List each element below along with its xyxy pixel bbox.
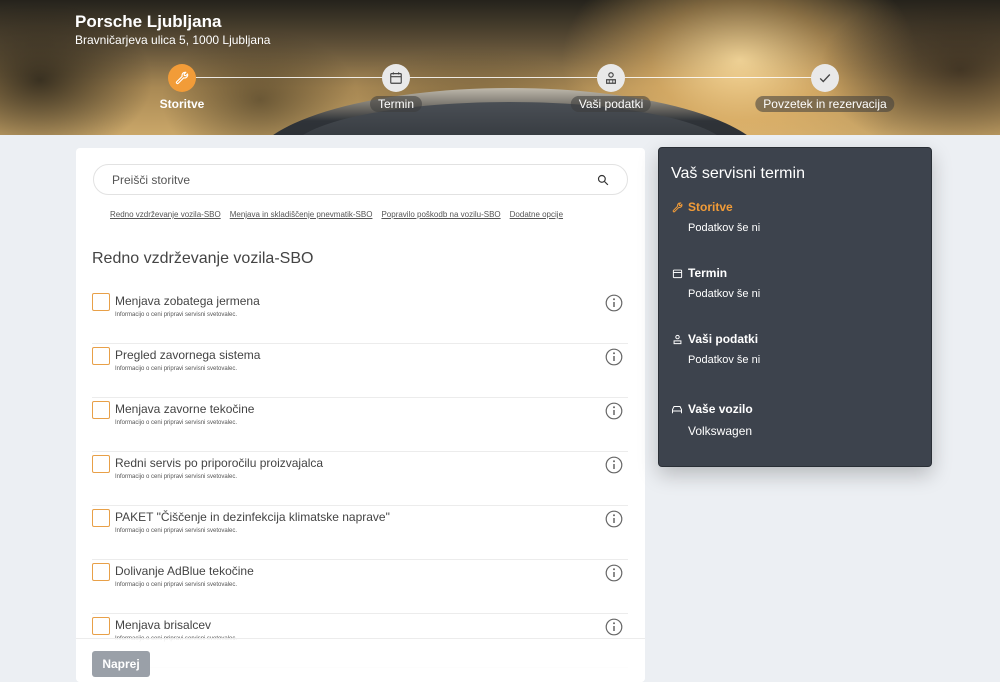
info-icon[interactable] [605, 402, 623, 420]
service-checkbox[interactable] [92, 293, 110, 311]
service-price-note: Informacijo o ceni pripravi servisni sve… [115, 582, 238, 588]
service-price-note: Informacijo o ceni pripravi servisni sve… [115, 420, 238, 426]
service-price-note: Informacijo o ceni pripravi servisni sve… [115, 528, 238, 534]
person-icon [606, 72, 616, 84]
search-placeholder: Preišči storitve [112, 173, 191, 187]
service-name: Menjava zobatega jermena [115, 294, 260, 308]
search-icon[interactable] [597, 174, 609, 186]
service-price-note: Informacijo o ceni pripravi servisni sve… [115, 366, 238, 372]
search-input[interactable]: Preišči storitve [93, 164, 628, 195]
service-name: PAKET "Čiščenje in dezinfekcija klimatsk… [115, 510, 390, 524]
service-item: Pregled zavornega sistema Informacijo o … [92, 344, 628, 398]
service-price-note: Informacijo o ceni pripravi servisni sve… [115, 312, 238, 318]
summary-row-storitve: Storitve Podatkov še ni [671, 200, 760, 234]
service-name: Menjava zavorne tekočine [115, 402, 255, 416]
step-label-povzetek[interactable]: Povzetek in rezervacija [755, 96, 895, 112]
progress-line [182, 77, 825, 78]
summary-row-vase-vozilo: Vaše vozilo Volkswagen [671, 402, 753, 438]
section-title: Redno vzdrževanje vozila-SBO [92, 250, 314, 267]
service-item: Redni servis po priporočilu proizvajalca… [92, 452, 628, 506]
step-label-termin[interactable]: Termin [369, 96, 423, 112]
service-checkbox[interactable] [92, 617, 110, 635]
summary-title: Vaš servisni termin [671, 165, 805, 182]
service-item: PAKET "Čiščenje in dezinfekcija klimatsk… [92, 506, 628, 560]
info-icon[interactable] [605, 618, 623, 636]
car-icon [671, 403, 683, 415]
info-icon[interactable] [605, 456, 623, 474]
category-links: Redno vzdrževanje vozila-SBO Menjava in s… [110, 210, 572, 219]
service-item: Dolivanje AdBlue tekočine Informacijo o … [92, 560, 628, 614]
service-name: Pregled zavornega sistema [115, 348, 261, 362]
summary-row-vasi-podatki: Vaši podatki Podatkov še ni [671, 332, 760, 366]
summary-label: Storitve [688, 200, 733, 214]
category-link-pnevmatike[interactable]: Menjava in skladiščenje pnevmatik-SBO [230, 210, 373, 219]
service-item: Menjava zavorne tekočine Informacijo o c… [92, 398, 628, 452]
summary-value: Podatkov še ni [688, 288, 761, 300]
info-icon[interactable] [605, 348, 623, 366]
next-button[interactable]: Naprej [92, 651, 150, 677]
category-link-dodatne-opcije[interactable]: Dodatne opcije [510, 210, 563, 219]
category-link-redno-vzdrzevanje[interactable]: Redno vzdrževanje vozila-SBO [110, 210, 221, 219]
step-vasi-podatki[interactable] [597, 64, 625, 92]
service-checkbox[interactable] [92, 401, 110, 419]
calendar-icon [390, 72, 402, 84]
service-name: Menjava brisalcev [115, 618, 212, 632]
service-name: Redni servis po priporočilu proizvajalca [115, 456, 324, 470]
service-checkbox[interactable] [92, 509, 110, 527]
check-icon [819, 74, 831, 83]
service-checkbox[interactable] [92, 563, 110, 581]
service-price-note: Informacijo o ceni pripravi servisni sve… [115, 474, 238, 480]
summary-label: Vaše vozilo [688, 402, 753, 416]
panel-footer: Naprej [76, 638, 645, 682]
step-storitve[interactable] [168, 64, 196, 92]
step-label-vasi-podatki[interactable]: Vaši podatki [570, 96, 652, 112]
calendar-icon [671, 267, 683, 279]
summary-value: Podatkov še ni [688, 222, 761, 234]
summary-panel: Vaš servisni termin Storitve Podatkov še… [658, 147, 932, 467]
wrench-icon [175, 71, 189, 85]
summary-label: Termin [688, 266, 728, 280]
step-label-storitve[interactable]: Storitve [152, 96, 213, 112]
services-panel: Preišči storitve Redno vzdrževanje vozil… [76, 148, 645, 682]
service-checkbox[interactable] [92, 455, 110, 473]
summary-value: Volkswagen [688, 424, 753, 438]
summary-label: Vaši podatki [688, 332, 759, 346]
dealer-address: Bravničarjeva ulica 5, 1000 Ljubljana [75, 33, 271, 47]
info-icon[interactable] [605, 294, 623, 312]
info-icon[interactable] [605, 564, 623, 582]
info-icon[interactable] [605, 510, 623, 528]
step-termin[interactable] [382, 64, 410, 92]
person-icon [671, 333, 683, 345]
service-name: Dolivanje AdBlue tekočine [115, 564, 254, 578]
category-link-poskodbe[interactable]: Popravilo poškodb na vozilu-SBO [381, 210, 500, 219]
summary-value: Podatkov še ni [688, 354, 761, 366]
service-checkbox[interactable] [92, 347, 110, 365]
step-povzetek[interactable] [811, 64, 839, 92]
summary-row-termin: Termin Podatkov še ni [671, 266, 760, 300]
service-item: Menjava zobatega jermena Informacijo o c… [92, 290, 628, 344]
dealer-name: Porsche Ljubljana [75, 12, 222, 31]
wrench-icon [671, 201, 683, 213]
